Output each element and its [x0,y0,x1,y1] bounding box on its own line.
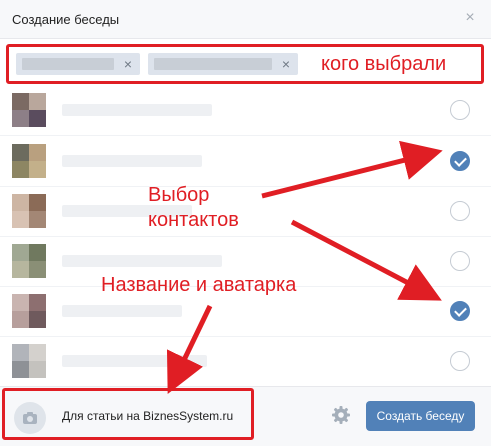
contact-checkbox[interactable] [450,201,470,221]
contact-checkbox[interactable] [450,100,470,120]
annotation-contacts-line2: контактов [148,209,239,231]
dialog-header: Создание беседы × [0,0,491,39]
annotation-name-label: Название и аватарка [101,274,297,296]
contact-name-blurred [62,104,212,116]
contact-name-blurred [62,355,207,367]
contact-checkbox-checked[interactable] [450,301,470,321]
create-chat-button[interactable]: Создать беседу [366,401,475,431]
dialog-title: Создание беседы [12,12,120,27]
close-icon[interactable]: × [462,8,478,28]
annotation-box-name [2,388,254,440]
avatar [12,144,46,178]
contact-name-blurred [62,155,202,167]
annotation-contacts-line1: Выбор [148,184,210,206]
avatar [12,93,46,127]
contact-checkbox-checked[interactable] [450,151,470,171]
contact-row[interactable] [0,186,491,237]
avatar [12,344,46,378]
gear-icon[interactable] [330,404,352,426]
contact-row[interactable] [0,336,491,387]
contact-checkbox[interactable] [450,351,470,371]
avatar [12,294,46,328]
contact-checkbox[interactable] [450,251,470,271]
contact-row[interactable] [0,85,491,136]
avatar [12,194,46,228]
avatar [12,244,46,278]
contact-name-blurred [62,305,182,317]
contact-row[interactable] [0,136,491,187]
contact-name-blurred [62,255,222,267]
annotation-selected-label: кого выбрали [321,53,447,75]
